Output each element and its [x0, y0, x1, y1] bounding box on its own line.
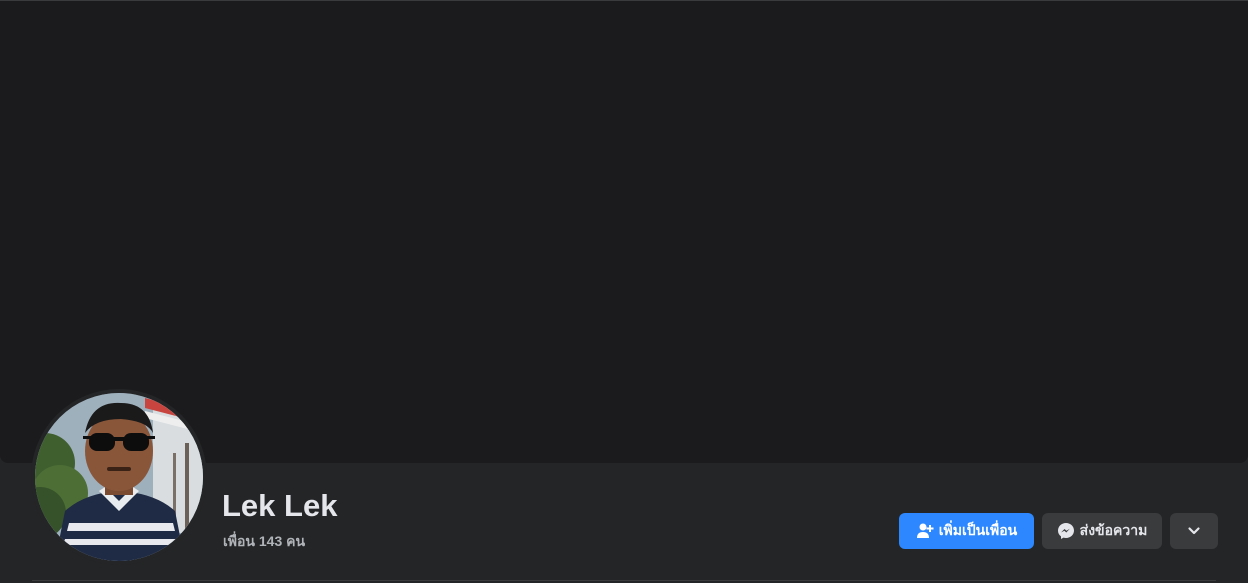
friends-count[interactable]: เพื่อน 143 คน — [223, 531, 305, 553]
profile-photo-image — [35, 393, 203, 561]
profile-name: Lek Lek — [222, 488, 338, 523]
add-friend-label: เพิ่มเป็นเพื่อน — [938, 522, 1018, 538]
add-person-icon — [916, 522, 934, 540]
divider — [32, 580, 1216, 581]
messenger-icon — [1057, 522, 1075, 540]
more-options-button[interactable] — [1170, 513, 1218, 549]
cover-photo[interactable] — [0, 0, 1248, 463]
profile-page: Lek Lek เพื่อน 143 คน เพิ่มเป็นเพื่อน ส่… — [0, 0, 1248, 583]
add-friend-button[interactable]: เพิ่มเป็นเพื่อน — [899, 513, 1034, 549]
avatar[interactable] — [35, 393, 203, 561]
message-label: ส่งข้อความ — [1079, 522, 1148, 538]
message-button[interactable]: ส่งข้อความ — [1042, 513, 1162, 549]
chevron-down-icon — [1185, 522, 1203, 540]
